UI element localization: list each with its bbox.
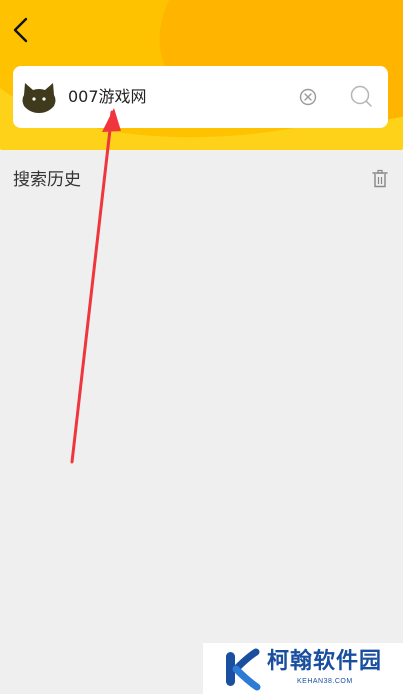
cat-icon: [22, 83, 56, 113]
search-history-title: 搜索历史: [13, 170, 81, 190]
trash-icon: [372, 169, 388, 188]
search-input[interactable]: 007游戏网: [68, 85, 147, 109]
watermark-url: KEHAN38.COM: [297, 678, 353, 685]
clear-button[interactable]: [297, 86, 319, 108]
clear-history-button[interactable]: [371, 169, 389, 189]
clear-circle-icon: [299, 88, 317, 106]
kehan-logo-icon: [226, 648, 261, 691]
search-box[interactable]: 007游戏网: [13, 66, 388, 128]
watermark: 柯翰软件园 KEHAN38.COM: [203, 643, 403, 694]
back-button[interactable]: [6, 14, 36, 46]
chevron-left-icon: [13, 17, 28, 43]
search-button[interactable]: [349, 84, 375, 110]
watermark-title: 柯翰软件园: [267, 649, 383, 674]
search-icon: [350, 85, 372, 107]
